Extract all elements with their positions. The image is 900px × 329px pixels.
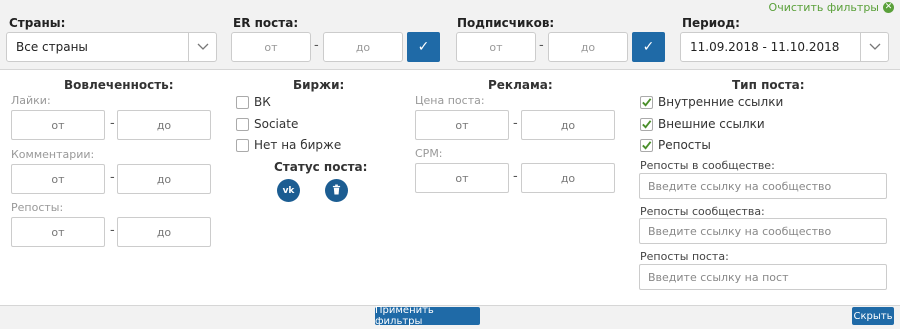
countries-label: Страны: xyxy=(9,16,66,30)
subscribers-label: Подписчиков: xyxy=(457,16,555,30)
period-value: 11.09.2018 - 11.10.2018 xyxy=(690,40,840,54)
reposts-from-placeholder: от xyxy=(51,225,65,239)
checkbox-icon xyxy=(236,95,249,109)
exchange-sociate-label: Sociate xyxy=(254,117,299,131)
deleted-status-button[interactable] xyxy=(325,179,348,202)
period-select[interactable]: 11.09.2018 - 11.10.2018 xyxy=(680,32,889,62)
price-from-placeholder: от xyxy=(455,118,469,132)
vk-icon: vk xyxy=(282,185,295,196)
external-links-checkbox[interactable]: Внешние ссылки xyxy=(640,117,765,131)
period-label: Период: xyxy=(682,16,740,30)
subscribers-dash: - xyxy=(539,38,544,53)
engagement-title: Вовлеченность: xyxy=(64,78,174,92)
er-label: ER поста: xyxy=(233,16,299,30)
community-reposts-label: Репосты сообщества: xyxy=(640,205,765,218)
comments-dash: - xyxy=(110,170,115,185)
internal-links-checkbox[interactable]: Внутренние ссылки xyxy=(640,95,783,109)
subscribers-from-placeholder: от xyxy=(489,40,503,54)
cpm-label: CPM: xyxy=(415,147,443,160)
post-reposts-label: Репосты поста: xyxy=(640,250,729,263)
check-icon xyxy=(640,138,653,152)
likes-label: Лайки: xyxy=(11,94,51,107)
reposts-in-community-label: Репосты в сообществе: xyxy=(640,159,775,172)
likes-to-placeholder: до xyxy=(156,118,172,132)
price-from-input[interactable]: от xyxy=(415,110,509,140)
cpm-dash: - xyxy=(513,169,518,184)
exchange-none-checkbox[interactable]: Нет на бирже xyxy=(236,138,341,152)
reposts-in-community-input[interactable]: Введите ссылку на сообщество xyxy=(639,173,887,199)
price-dash: - xyxy=(513,116,518,131)
er-to-placeholder: до xyxy=(355,40,371,54)
reposts-to-placeholder: до xyxy=(156,225,172,239)
reposts-type-label: Репосты xyxy=(658,138,711,152)
vk-status-button[interactable]: vk xyxy=(277,179,300,202)
close-icon: ✕ xyxy=(883,2,894,13)
reposts-dash: - xyxy=(110,223,115,238)
likes-to-input[interactable]: до xyxy=(117,110,211,140)
post-status-title: Статус поста: xyxy=(274,160,368,174)
likes-from-placeholder: от xyxy=(51,118,65,132)
comments-label: Комментарии: xyxy=(11,148,95,161)
check-icon xyxy=(640,95,653,109)
ads-title: Реклама: xyxy=(488,78,553,92)
exchange-vk-checkbox[interactable]: ВК xyxy=(236,95,271,109)
clear-filters-link[interactable]: Очистить фильтры ✕ xyxy=(769,1,894,14)
community-reposts-input[interactable]: Введите ссылку на сообщество xyxy=(639,218,887,244)
community-reposts-placeholder: Введите ссылку на сообщество xyxy=(648,224,832,238)
countries-select[interactable]: Все страны xyxy=(6,32,217,62)
comments-from-input[interactable]: от xyxy=(11,164,105,194)
cpm-to-placeholder: до xyxy=(560,171,576,185)
er-from-placeholder: от xyxy=(264,40,278,54)
er-from-input[interactable]: от xyxy=(231,32,311,62)
reposts-label: Репосты: xyxy=(11,201,64,214)
reposts-from-input[interactable]: от xyxy=(11,217,105,247)
comments-to-input[interactable]: до xyxy=(117,164,211,194)
er-to-input[interactable]: до xyxy=(323,32,403,62)
comments-to-placeholder: до xyxy=(156,172,172,186)
likes-dash: - xyxy=(110,116,115,131)
check-icon: ✓ xyxy=(642,39,655,55)
checkbox-icon xyxy=(236,117,249,131)
post-price-label: Цена поста: xyxy=(415,94,485,107)
cpm-from-input[interactable]: от xyxy=(415,163,509,193)
hide-button[interactable]: Скрыть xyxy=(852,307,894,325)
external-links-label: Внешние ссылки xyxy=(658,117,765,131)
apply-filters-button[interactable]: Применить фильтры xyxy=(375,305,480,327)
clear-filters-label: Очистить фильтры xyxy=(768,1,879,14)
check-icon xyxy=(640,117,653,131)
exchange-none-label: Нет на бирже xyxy=(254,138,342,152)
price-to-placeholder: до xyxy=(560,118,576,132)
reposts-type-checkbox[interactable]: Репосты xyxy=(640,138,711,152)
chevron-down-icon xyxy=(188,33,216,61)
post-type-title: Тип поста: xyxy=(732,78,805,92)
checkbox-icon xyxy=(236,138,249,152)
trash-icon xyxy=(332,184,341,198)
internal-links-label: Внутренние ссылки xyxy=(658,95,784,109)
exchange-vk-label: ВК xyxy=(254,95,271,109)
post-reposts-placeholder: Введите ссылку на пост xyxy=(648,270,789,284)
countries-value: Все страны xyxy=(16,40,88,54)
exchanges-title: Биржи: xyxy=(293,78,345,92)
er-apply-button[interactable]: ✓ xyxy=(407,32,440,62)
exchange-sociate-checkbox[interactable]: Sociate xyxy=(236,117,298,131)
likes-from-input[interactable]: от xyxy=(11,110,105,140)
er-dash: - xyxy=(314,38,319,53)
reposts-to-input[interactable]: до xyxy=(117,217,211,247)
hide-label: Скрыть xyxy=(853,310,893,322)
post-reposts-input[interactable]: Введите ссылку на пост xyxy=(639,264,887,290)
apply-filters-label: Применить фильтры xyxy=(375,305,434,327)
subscribers-to-placeholder: до xyxy=(580,40,596,54)
reposts-in-community-placeholder: Введите ссылку на сообщество xyxy=(648,179,832,193)
chevron-down-icon xyxy=(860,33,888,61)
subscribers-apply-button[interactable]: ✓ xyxy=(632,32,665,62)
comments-from-placeholder: от xyxy=(51,172,65,186)
cpm-to-input[interactable]: до xyxy=(521,163,615,193)
subscribers-to-input[interactable]: до xyxy=(548,32,628,62)
subscribers-from-input[interactable]: от xyxy=(456,32,536,62)
check-icon: ✓ xyxy=(417,39,430,55)
cpm-from-placeholder: от xyxy=(455,171,469,185)
price-to-input[interactable]: до xyxy=(521,110,615,140)
